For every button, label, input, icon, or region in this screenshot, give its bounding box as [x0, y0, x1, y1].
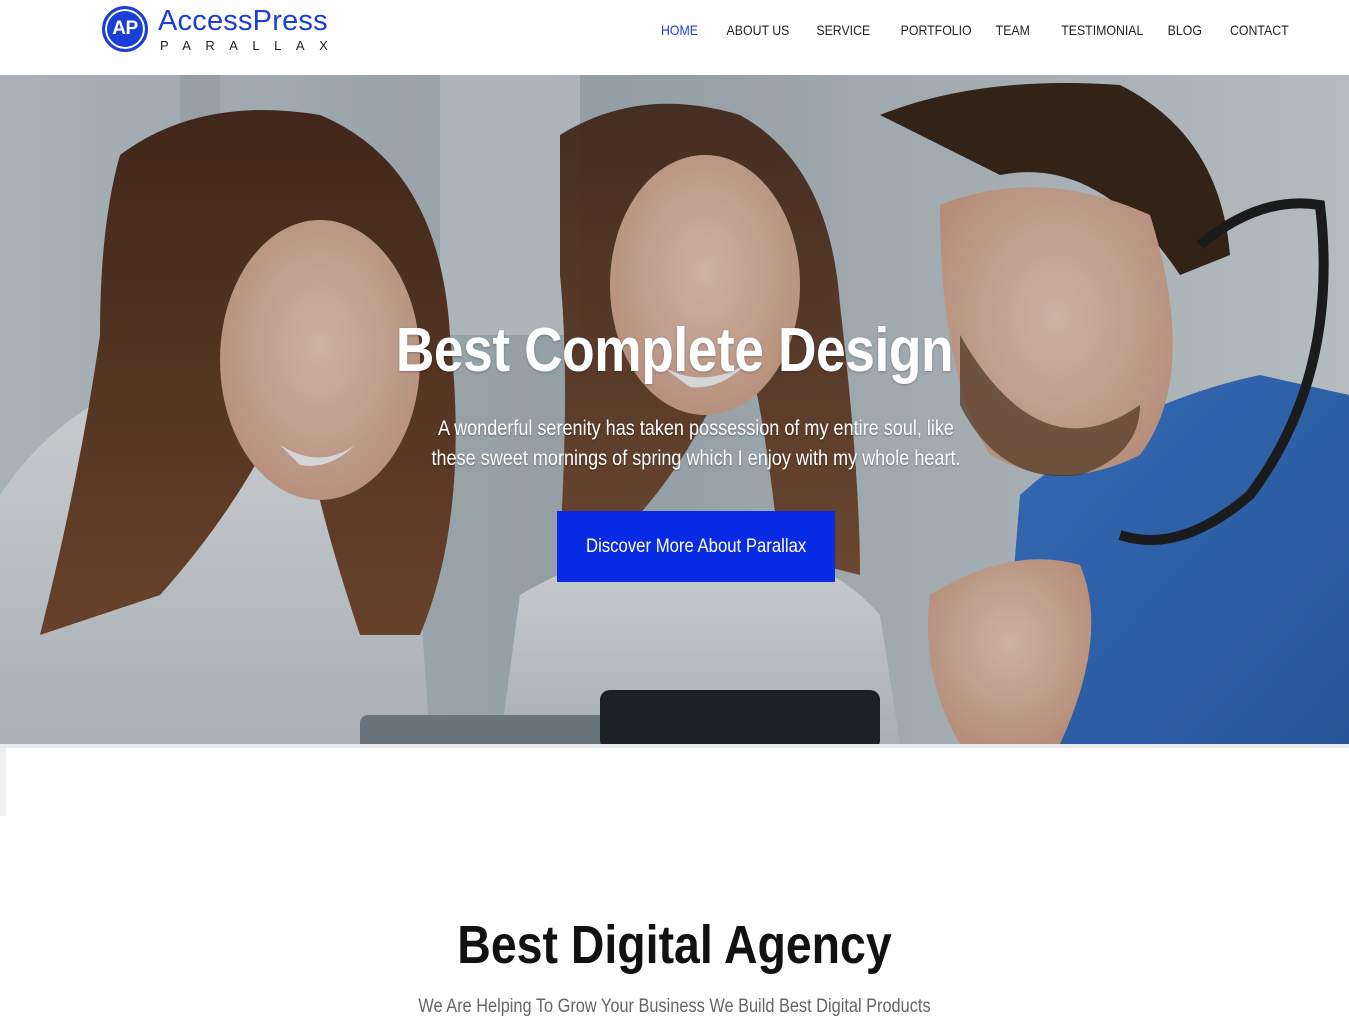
- nav-item-home[interactable]: HOME: [661, 19, 698, 41]
- nav-item-service[interactable]: SERVICE: [817, 19, 871, 41]
- logo-name: AccessPress: [158, 4, 328, 37]
- discover-more-button-label: Discover More About Parallax: [585, 535, 807, 557]
- nav-item-about-us[interactable]: ABOUT US: [727, 19, 790, 41]
- section-title: Best Digital Agency: [457, 915, 892, 975]
- hero-banner: Best Complete Design A wonderful serenit…: [0, 75, 1349, 744]
- hero-overlay: [0, 75, 1349, 744]
- logo-tagline: PARALLAX: [160, 37, 343, 53]
- hero-subtitle: A wonderful serenity has taken possessio…: [431, 417, 961, 470]
- nav-item-blog[interactable]: BLOG: [1168, 19, 1202, 41]
- logo-badge-icon: AP: [102, 6, 148, 52]
- discover-more-button[interactable]: Discover More About Parallax: [557, 511, 835, 582]
- nav-item-portfolio[interactable]: PORTFOLIO: [900, 19, 971, 41]
- section-subtitle: We Are Helping To Grow Your Business We …: [418, 996, 931, 1017]
- hero-title: Best Complete Design: [395, 316, 954, 385]
- nav-item-team[interactable]: TEAM: [996, 19, 1030, 41]
- nav-item-contact[interactable]: CONTACT: [1230, 19, 1289, 41]
- hero-divider: [0, 744, 1349, 748]
- left-edge-strip: [0, 748, 6, 816]
- logo-text: AccessPress PARALLAX: [158, 4, 343, 53]
- site-header: AP AccessPress PARALLAX HOME ABOUT US SE…: [0, 0, 1349, 75]
- main-nav: HOME ABOUT US SERVICE PORTFOLIO TEAM TES…: [636, 19, 1289, 41]
- nav-item-testimonial[interactable]: TESTIMONIAL: [1061, 19, 1143, 41]
- site-logo[interactable]: AP AccessPress PARALLAX: [102, 5, 342, 53]
